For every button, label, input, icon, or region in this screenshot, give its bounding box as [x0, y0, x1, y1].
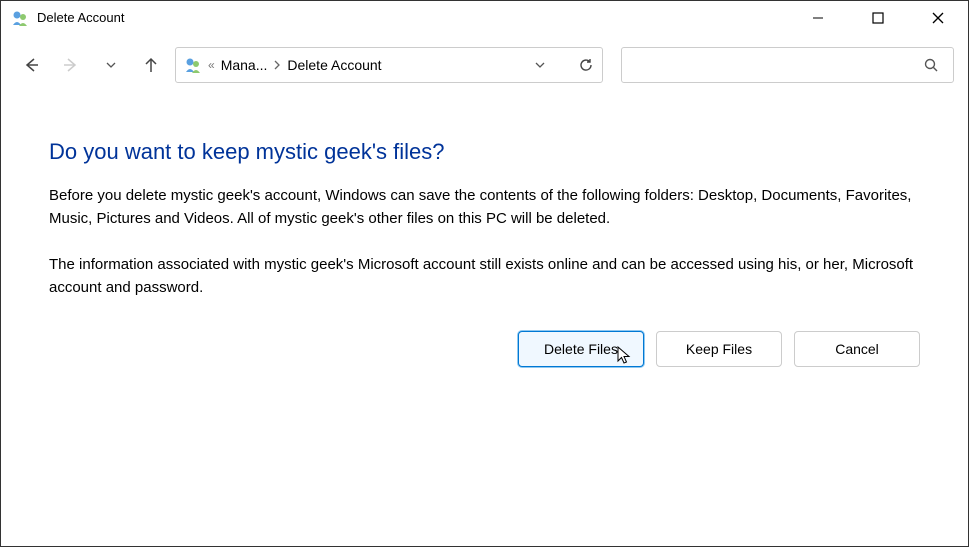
cancel-button[interactable]: Cancel	[794, 331, 920, 367]
search-input[interactable]	[621, 47, 954, 83]
breadcrumb-overflow-icon[interactable]: «	[208, 58, 215, 72]
button-row: Delete Files Keep Files Cancel	[1, 331, 968, 367]
window-controls	[788, 1, 968, 35]
window-title: Delete Account	[37, 10, 788, 25]
minimize-button[interactable]	[788, 1, 848, 35]
search-icon	[923, 57, 939, 73]
chevron-down-icon[interactable]	[534, 59, 546, 71]
refresh-button[interactable]	[578, 57, 594, 73]
content-area: Do you want to keep mystic geek's files?…	[1, 95, 968, 299]
address-bar[interactable]: « Mana... Delete Account	[175, 47, 603, 83]
titlebar: Delete Account	[1, 1, 968, 35]
description-paragraph-2: The information associated with mystic g…	[49, 254, 920, 299]
close-button[interactable]	[908, 1, 968, 35]
delete-files-button[interactable]: Delete Files	[518, 331, 644, 367]
forward-button[interactable]	[55, 49, 87, 81]
breadcrumb-segment[interactable]: Delete Account	[287, 57, 381, 73]
maximize-button[interactable]	[848, 1, 908, 35]
description-paragraph-1: Before you delete mystic geek's account,…	[49, 185, 920, 230]
recent-dropdown[interactable]	[95, 49, 127, 81]
app-icon	[11, 9, 29, 27]
button-label: Delete Files	[544, 341, 618, 357]
button-label: Cancel	[835, 341, 879, 357]
button-label: Keep Files	[686, 341, 752, 357]
toolbar: « Mana... Delete Account	[1, 35, 968, 95]
breadcrumb-segment[interactable]: Mana...	[221, 57, 268, 73]
page-heading: Do you want to keep mystic geek's files?	[49, 139, 920, 165]
up-button[interactable]	[135, 49, 167, 81]
cursor-icon	[617, 346, 633, 366]
location-icon	[184, 56, 202, 74]
back-button[interactable]	[15, 49, 47, 81]
chevron-right-icon	[273, 59, 281, 71]
keep-files-button[interactable]: Keep Files	[656, 331, 782, 367]
